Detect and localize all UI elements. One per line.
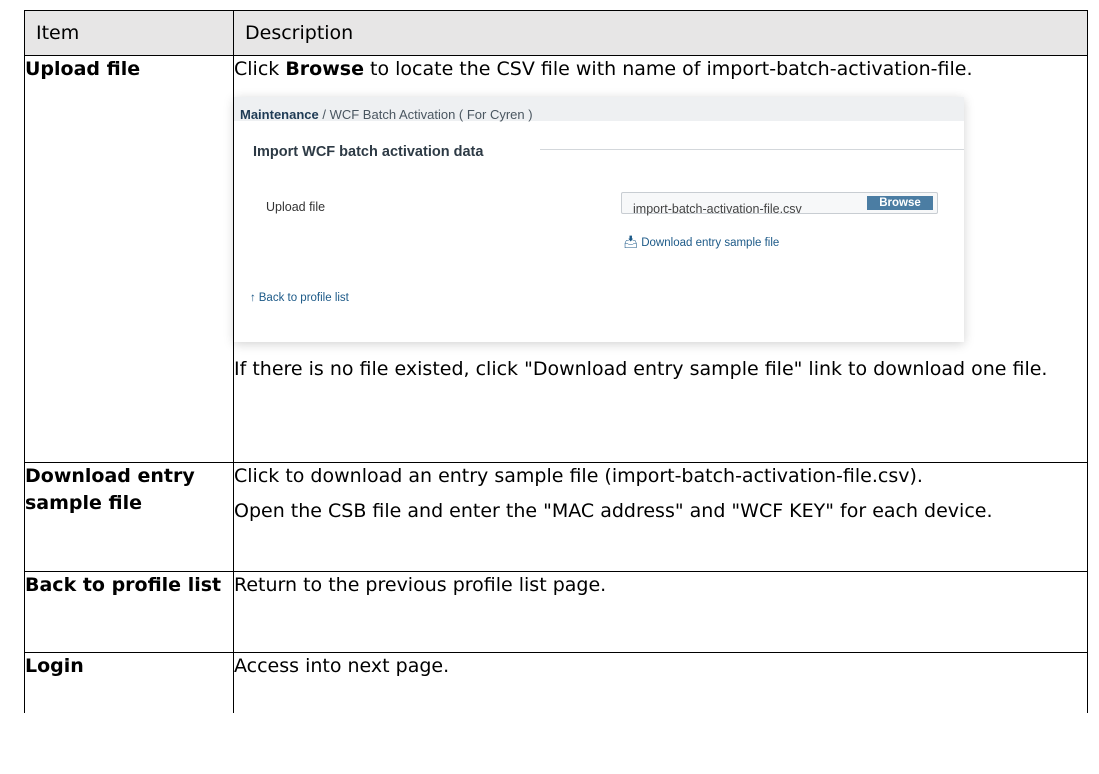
breadcrumb-separator: / bbox=[318, 107, 330, 122]
browse-button[interactable]: Browse bbox=[867, 196, 933, 210]
upload-desc-pre: Click bbox=[234, 58, 286, 80]
upload-desc-browse: Browse bbox=[285, 58, 364, 80]
item-upload-file: Upload file bbox=[25, 58, 141, 80]
download-sample-label: Download entry sample file bbox=[641, 237, 780, 249]
description-cell: Click to download an entry sample file (… bbox=[233, 462, 1088, 572]
section-title: Import WCF batch activation data bbox=[253, 144, 484, 160]
item-cell: Upload file bbox=[24, 55, 234, 463]
upload-description-after: If there is no file existed, click "Down… bbox=[234, 358, 1048, 380]
item-cell: Login bbox=[24, 652, 234, 713]
table-row: Download entry sample file Click to down… bbox=[24, 462, 1088, 572]
upload-description: Click Browse to locate the CSV file with… bbox=[234, 56, 1087, 83]
download-tray-icon: 📥︎ bbox=[623, 235, 639, 249]
description-cell: Access into next page. bbox=[233, 652, 1088, 713]
back-description: Return to the previous profile list page… bbox=[234, 574, 607, 596]
item-login: Login bbox=[25, 655, 84, 677]
back-to-profile-label: Back to profile list bbox=[258, 292, 349, 304]
item-cell: Download entry sample file bbox=[24, 462, 234, 572]
description-cell: Click Browse to locate the CSV file with… bbox=[233, 55, 1088, 463]
breadcrumb: Maintenance / WCF Batch Activation ( For… bbox=[234, 97, 964, 122]
upload-file-label: Upload file bbox=[266, 200, 326, 214]
description-cell: Return to the previous profile list page… bbox=[233, 571, 1088, 653]
download-sample-link[interactable]: 📥︎ Download entry sample file bbox=[623, 229, 779, 257]
table-header-row: Item Description bbox=[24, 10, 1088, 56]
description-table: Item Description Upload file Click Brows… bbox=[24, 10, 1088, 713]
file-input[interactable]: import-batch-activation-file.csv Browse bbox=[621, 192, 938, 216]
section-divider bbox=[540, 149, 964, 150]
login-description: Access into next page. bbox=[234, 655, 450, 677]
upload-desc-post: to locate the CSV file with name of impo… bbox=[363, 58, 973, 80]
download-description-2: Open the CSB file and enter the "MAC add… bbox=[234, 500, 993, 522]
table-row: Upload file Click Browse to locate the C… bbox=[24, 55, 1088, 463]
header-description: Description bbox=[233, 10, 1088, 56]
arrow-up-icon: ↑ bbox=[250, 292, 256, 304]
download-description-1: Click to download an entry sample file (… bbox=[234, 465, 923, 487]
item-cell: Back to profile list bbox=[24, 571, 234, 653]
file-input-value: import-batch-activation-file.csv bbox=[633, 202, 802, 216]
header-item: Item bbox=[24, 10, 234, 56]
breadcrumb-root[interactable]: Maintenance bbox=[240, 107, 319, 122]
embedded-screenshot: Maintenance / WCF Batch Activation ( For… bbox=[234, 97, 964, 342]
table-row: Back to profile list Return to the previ… bbox=[24, 571, 1088, 653]
item-download-sample: Download entry sample file bbox=[25, 465, 195, 514]
back-to-profile-link[interactable]: ↑ Back to profile list bbox=[250, 285, 349, 312]
table-row: Login Access into next page. bbox=[24, 652, 1088, 713]
breadcrumb-page: WCF Batch Activation ( For Cyren ) bbox=[329, 107, 533, 122]
item-back-to-profile: Back to profile list bbox=[25, 574, 222, 596]
